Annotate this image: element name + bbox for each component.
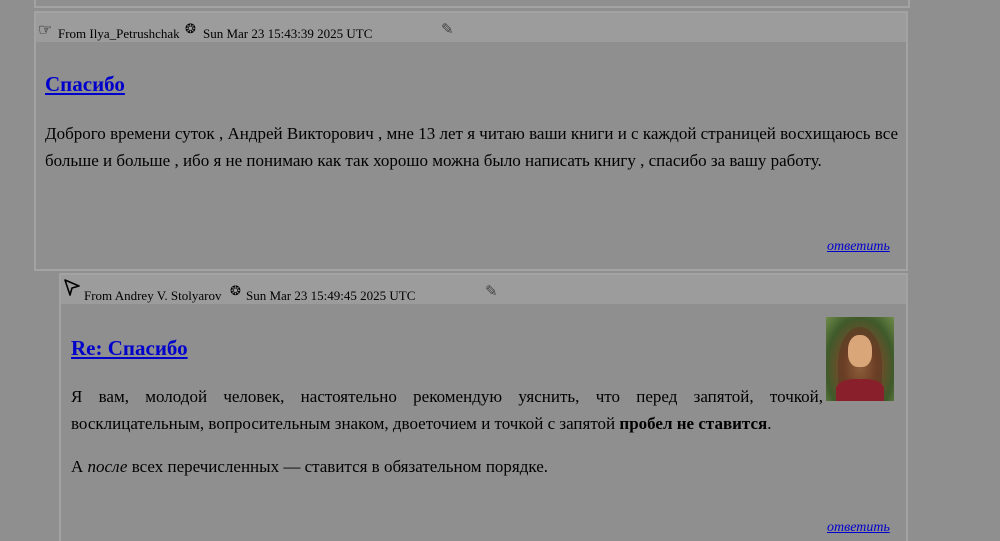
avatar-shirt xyxy=(836,379,884,401)
post-1: ☞ From Ilya_Petrushchak ❂ Sun Mar 23 15:… xyxy=(34,11,908,271)
text-span: А xyxy=(71,457,88,476)
pencil-icon[interactable]: ✎ xyxy=(441,20,454,39)
forum-thread: ☞ From Ilya_Petrushchak ❂ Sun Mar 23 15:… xyxy=(0,0,1000,541)
post-date: Sun Mar 23 15:43:39 2025 UTC xyxy=(203,26,373,41)
reply-link[interactable]: ответить xyxy=(827,239,890,255)
cursor-arrow-icon xyxy=(63,278,81,300)
text-span: всех перечисленных — ставится в обязател… xyxy=(127,457,549,476)
post-author[interactable]: From Andrey V. Stolyarov xyxy=(84,288,221,304)
post-title-link[interactable]: Re: Спасибо xyxy=(71,336,188,361)
post-header: From Andrey V. Stolyarov ❂ Sun Mar 23 15… xyxy=(61,275,906,304)
post-body: Я вам, молодой человек, настоятельно рек… xyxy=(71,383,823,437)
avatar-face xyxy=(848,335,872,367)
italic-text: после xyxy=(87,457,128,476)
post-author[interactable]: From Ilya_Petrushchak xyxy=(58,26,180,42)
previous-post-bottom xyxy=(34,0,910,8)
post-text: Доброго времени суток , Андрей Викторови… xyxy=(45,124,898,170)
post-2: From Andrey V. Stolyarov ❂ Sun Mar 23 15… xyxy=(59,273,908,541)
pointing-hand-icon: ☞ xyxy=(38,22,53,39)
post-paragraph-2: А после всех перечисленных — ставится в … xyxy=(71,453,823,480)
reply-link[interactable]: ответить xyxy=(827,520,890,536)
pencil-icon[interactable]: ✎ xyxy=(485,282,498,301)
seal-icon: ❂ xyxy=(185,21,196,36)
post-body: Доброго времени суток , Андрей Викторови… xyxy=(45,120,898,174)
cursor-arrow-svg xyxy=(64,279,80,296)
post-header: ☞ From Ilya_Petrushchak ❂ Sun Mar 23 15:… xyxy=(36,13,906,42)
seal-icon: ❂ xyxy=(230,283,241,298)
post-body-2: А после всех перечисленных — ставится в … xyxy=(71,453,823,480)
text-span: . xyxy=(767,414,772,433)
post-title-link[interactable]: Спасибо xyxy=(45,72,125,97)
bold-text: пробел не ставится xyxy=(619,414,768,433)
post-paragraph-1: Я вам, молодой человек, настоятельно рек… xyxy=(71,383,823,437)
post-date: Sun Mar 23 15:49:45 2025 UTC xyxy=(246,288,416,303)
author-avatar xyxy=(826,317,894,401)
